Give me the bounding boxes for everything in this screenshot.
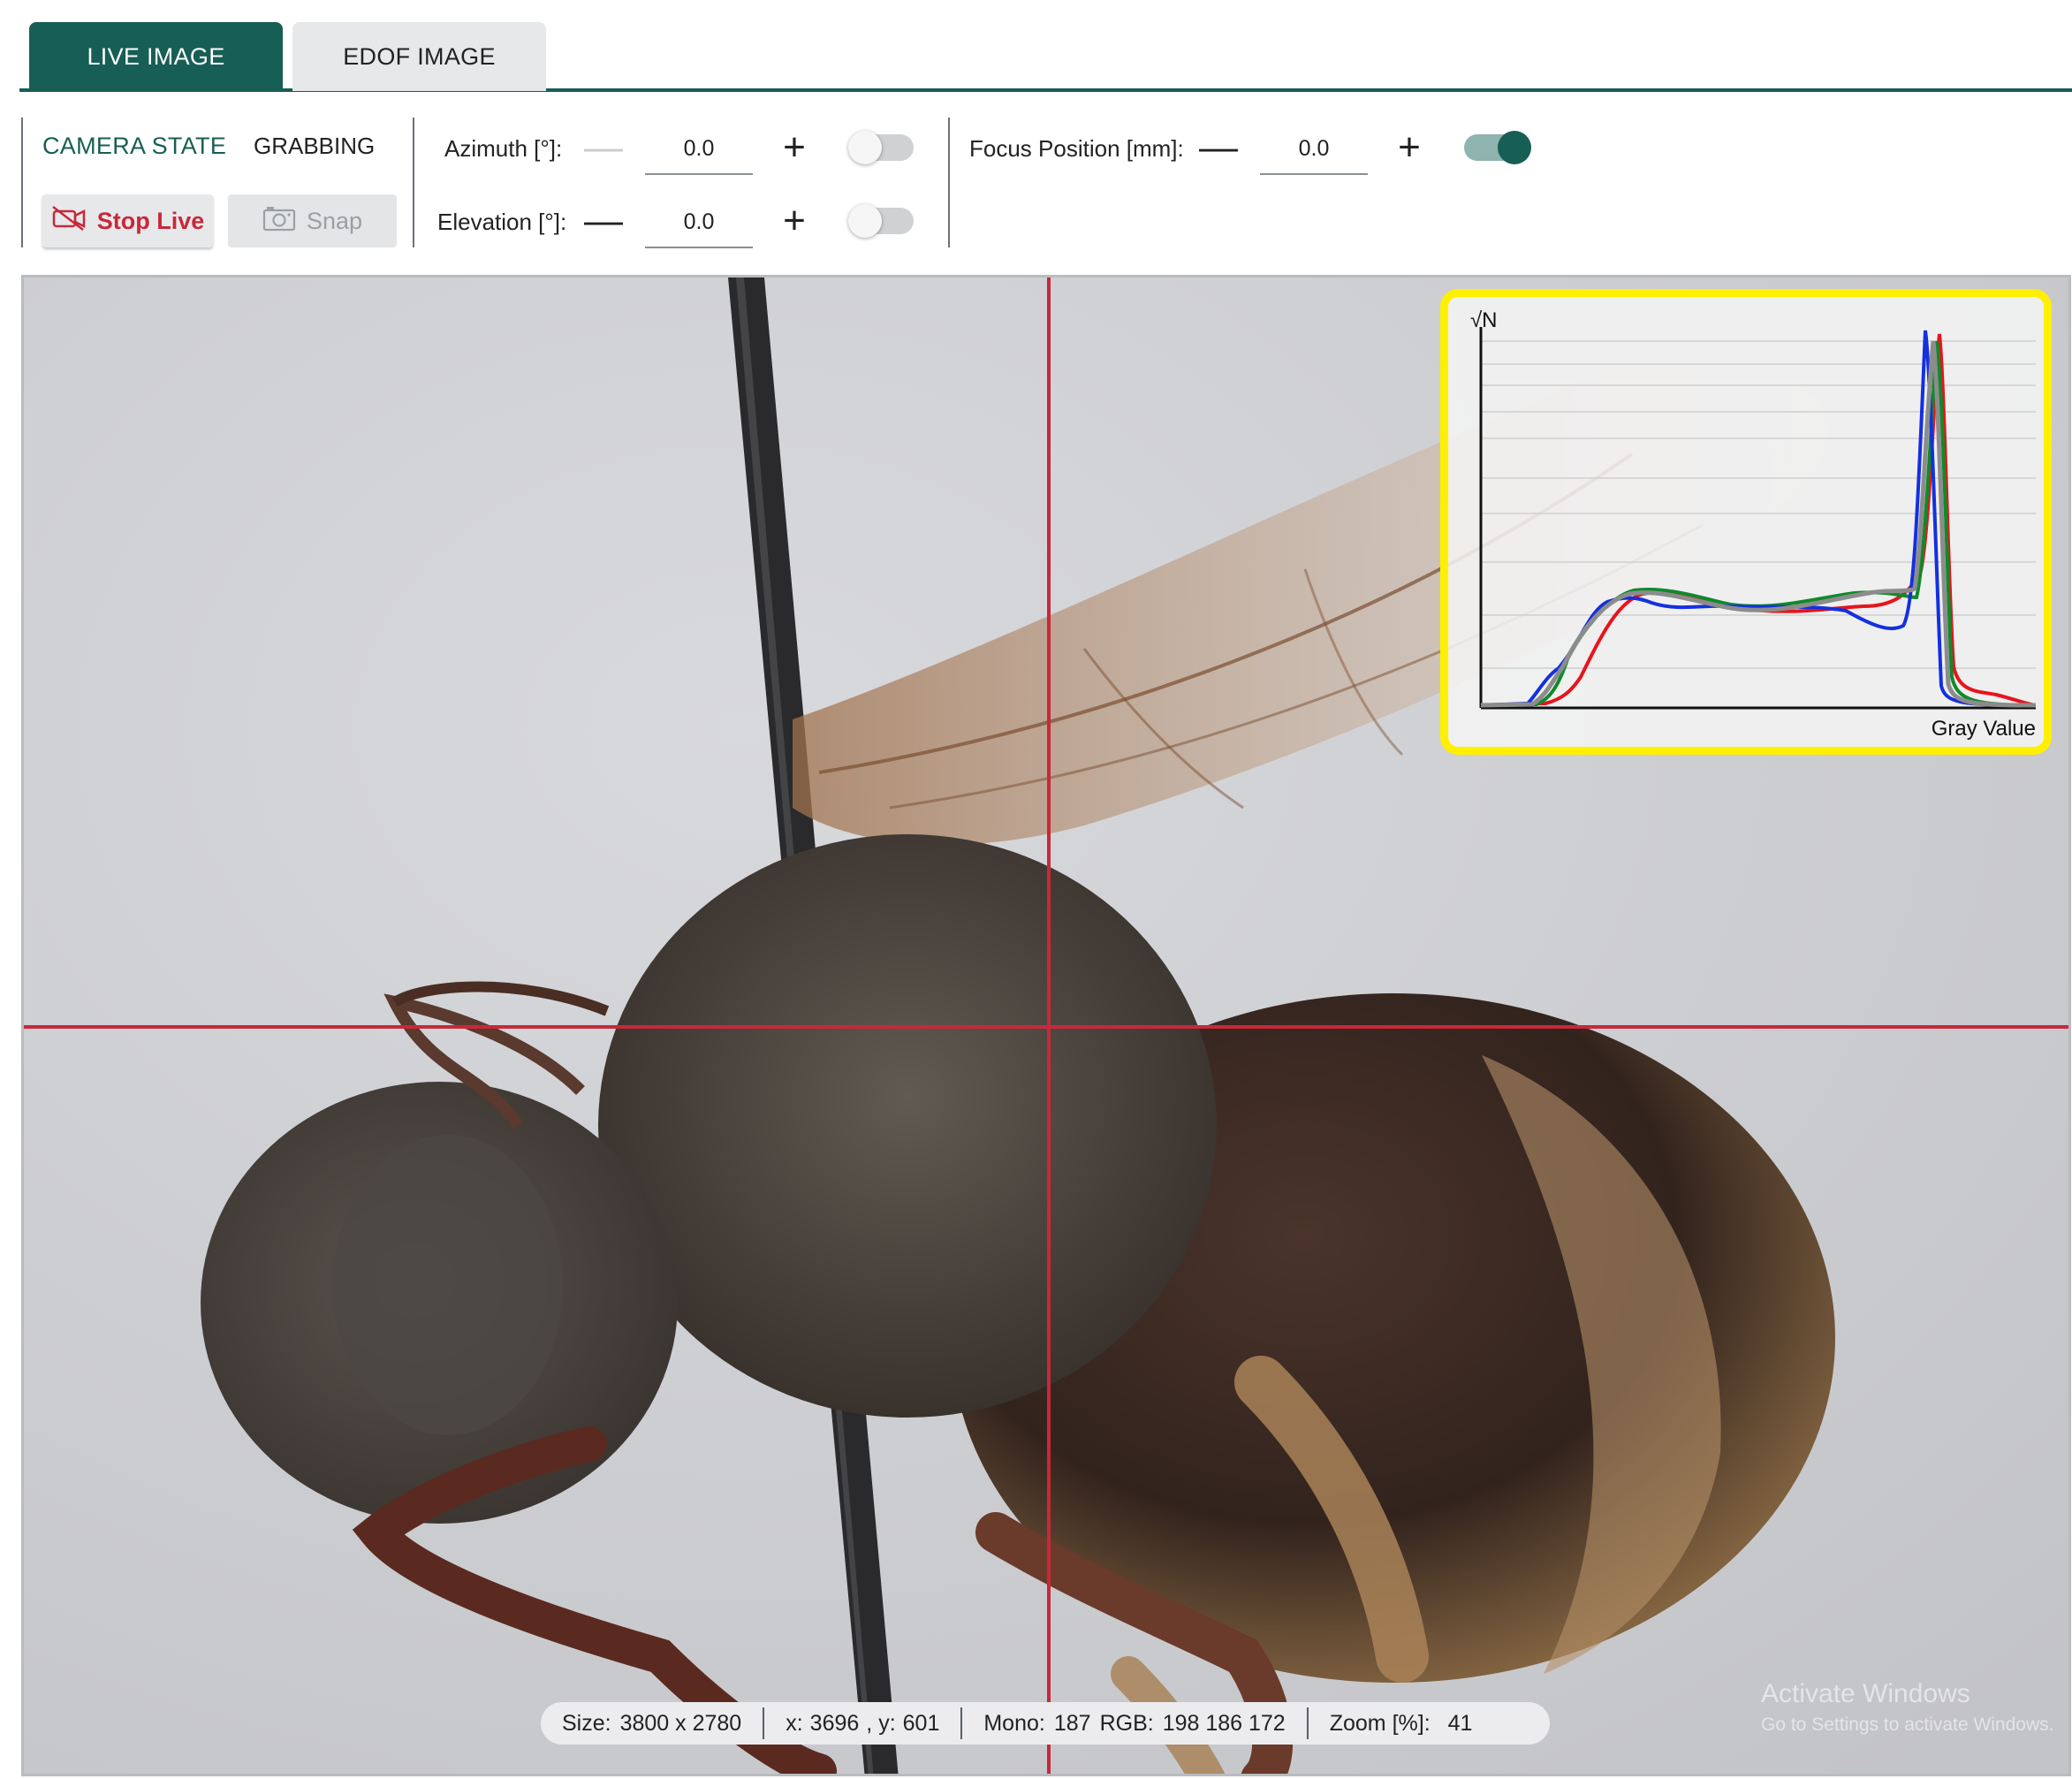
azimuth-toggle[interactable] (848, 131, 914, 164)
status-mono-label: Mono: (983, 1710, 1045, 1736)
status-x-value: 3696 (809, 1710, 860, 1736)
camera-state-label: CAMERA STATE (42, 133, 227, 159)
elevation-label: Elevation [°]: (437, 209, 567, 235)
histogram-chart: √N Gray Value (1470, 308, 2037, 741)
histogram-red-curve (1480, 333, 2037, 707)
azimuth-label: Azimuth [°]: (444, 135, 563, 162)
status-coordinates: x: 3696 , y: 601 (764, 1711, 960, 1737)
elevation-value-input[interactable]: 0.0 (645, 197, 753, 248)
azimuth-minus-button[interactable]: — (584, 128, 623, 167)
tab-edof-image[interactable]: EDOF IMAGE (292, 22, 546, 91)
toolbar-separator (413, 118, 414, 247)
status-bar: Size: 3800 x 2780 x: 3696 , y: 601 Mono:… (541, 1702, 1550, 1745)
status-size-label: Size: (562, 1710, 611, 1736)
status-zoom-value: 41 (1447, 1710, 1473, 1736)
stop-live-label: Stop Live (96, 207, 205, 234)
elevation-minus-button[interactable]: — (584, 201, 623, 240)
watermark-subtitle: Go to Settings to activate Windows. (1761, 1714, 2054, 1735)
focus-toggle[interactable] (1464, 131, 1531, 164)
tab-live-image-label: LIVE IMAGE (87, 42, 225, 70)
elevation-toggle[interactable] (848, 204, 914, 238)
status-x-label: x: (786, 1710, 803, 1736)
status-size: Size: 3800 x 2780 (541, 1711, 763, 1737)
toggle-knob (848, 204, 882, 238)
status-y-value: 601 (902, 1710, 940, 1736)
tab-live-image[interactable]: LIVE IMAGE (29, 22, 283, 91)
camera-icon (262, 205, 296, 238)
activate-windows-watermark: Activate Windows Go to Settings to activ… (1761, 1679, 2054, 1736)
toolbar-separator (948, 118, 950, 247)
watermark-title: Activate Windows (1761, 1679, 1970, 1708)
status-mono-value: 187 (1053, 1710, 1091, 1736)
camera-off-icon (51, 205, 87, 238)
elevation-plus-button[interactable]: + (775, 201, 814, 240)
snap-button[interactable]: Snap (228, 194, 397, 247)
toggle-knob (1498, 131, 1531, 164)
status-zoom-label: Zoom [%]: (1329, 1710, 1431, 1736)
azimuth-value-input[interactable]: 0.0 (645, 124, 753, 175)
focus-value-input[interactable]: 0.0 (1260, 124, 1368, 175)
toolbar-separator (21, 118, 23, 247)
status-y-label: , y: (866, 1710, 896, 1736)
azimuth-plus-button[interactable]: + (775, 128, 814, 167)
histogram-x-label: Gray Value (1932, 717, 2036, 741)
status-pixel-values: Mono: 187 RGB: 198 186 172 (962, 1711, 1306, 1737)
focus-minus-button[interactable]: — (1199, 128, 1238, 167)
histogram-overlay: √N Gray Value (1440, 289, 2052, 755)
tab-edof-image-label: EDOF IMAGE (343, 42, 496, 70)
camera-state-value: GRABBING (254, 133, 376, 159)
status-rgb-label: RGB: (1099, 1710, 1154, 1736)
focus-position-label: Focus Position [mm]: (969, 135, 1184, 162)
status-zoom: Zoom [%]: 41 (1309, 1711, 1494, 1737)
toggle-knob (848, 131, 882, 164)
histogram-y-label: √N (1470, 308, 1498, 332)
focus-plus-button[interactable]: + (1390, 128, 1429, 167)
stop-live-button[interactable]: Stop Live (42, 194, 213, 247)
snap-label: Snap (306, 207, 363, 234)
status-rgb-value: 198 186 172 (1162, 1710, 1286, 1736)
status-size-value: 3800 x 2780 (619, 1710, 742, 1736)
